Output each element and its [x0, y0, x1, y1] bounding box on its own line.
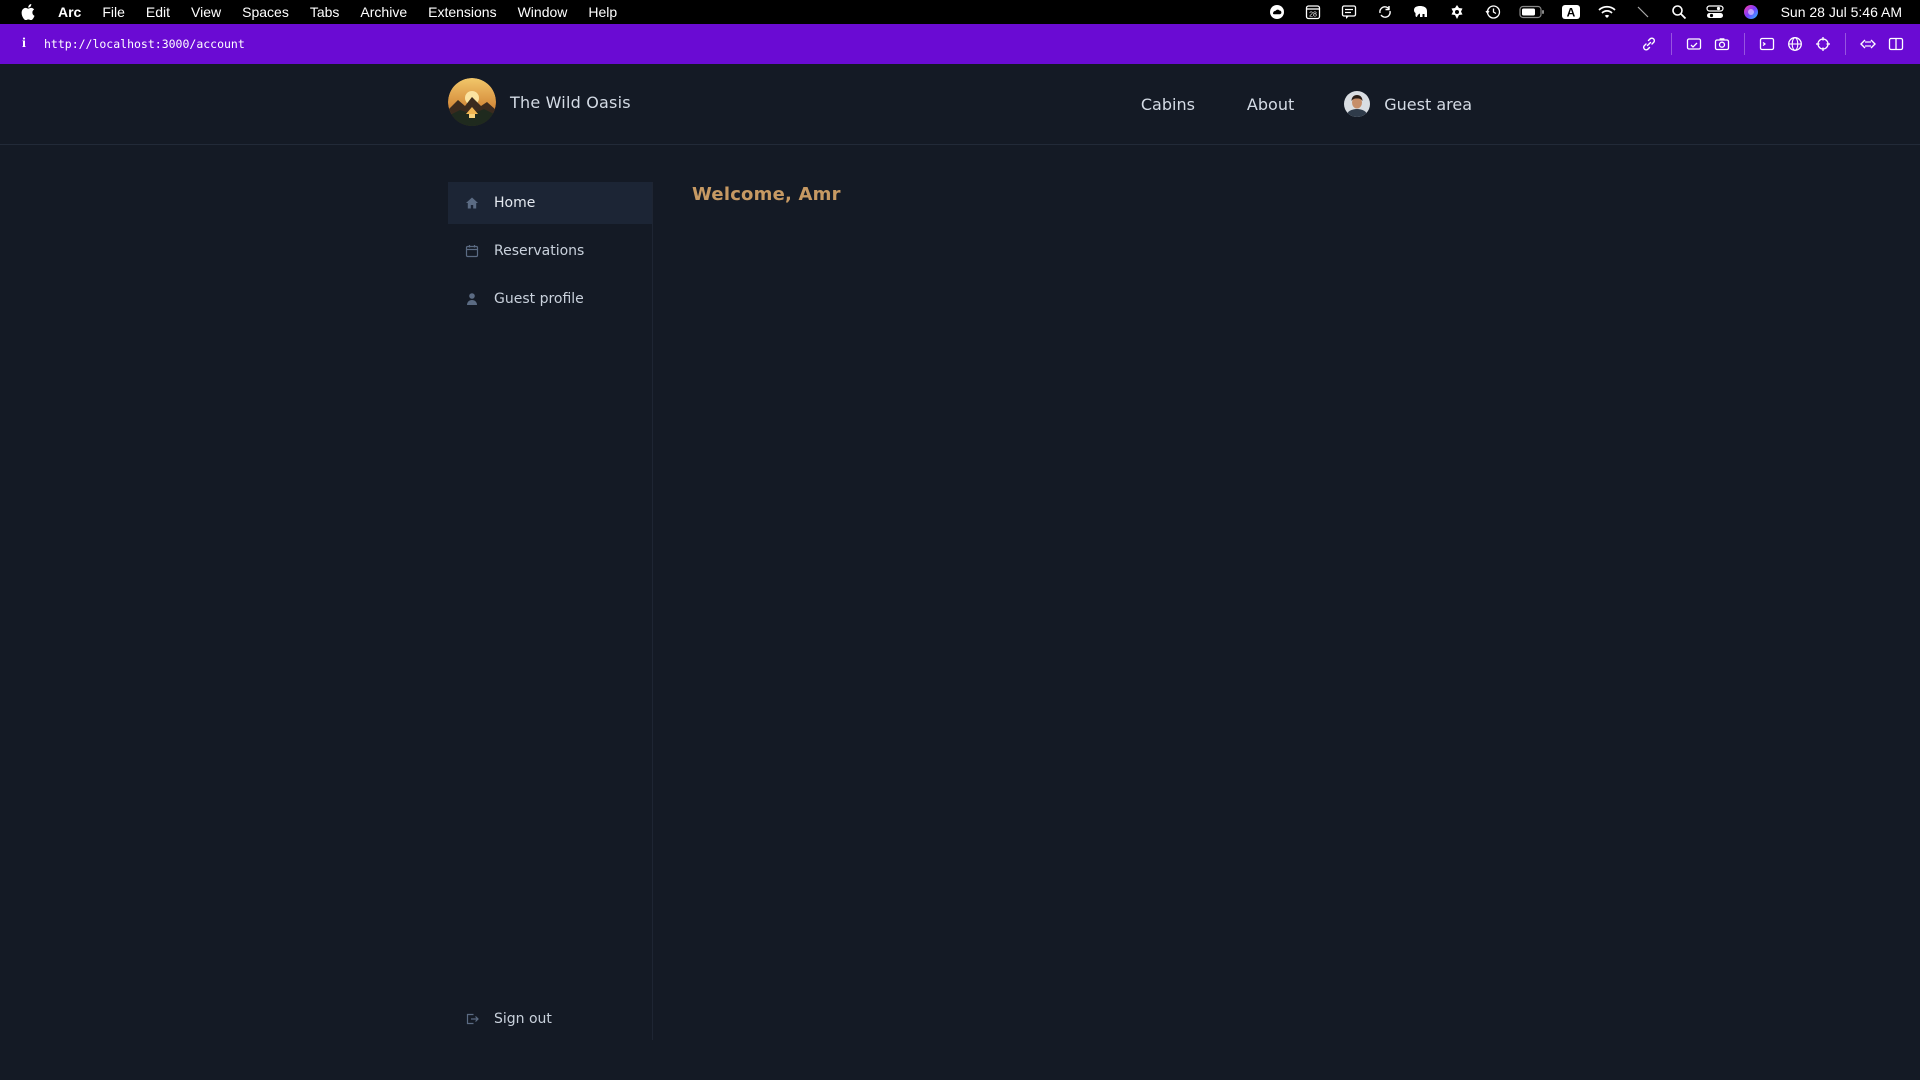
main-nav: Cabins About Guest area	[1089, 64, 1472, 144]
sidebar-item-label: Guest profile	[494, 291, 584, 307]
user-icon	[464, 291, 480, 307]
sidebar-item-home[interactable]: Home	[448, 182, 652, 224]
nav-cabins-link[interactable]: Cabins	[1141, 95, 1195, 114]
calendar-tray-icon[interactable]: 28	[1303, 4, 1323, 20]
menu-archive[interactable]: Archive	[360, 4, 407, 20]
split-view-arrows-icon[interactable]	[1854, 30, 1882, 58]
sign-out-label: Sign out	[494, 1011, 552, 1027]
menubar-clock[interactable]: Sun 28 Jul 5:46 AM	[1781, 4, 1902, 20]
spotlight-search-icon[interactable]	[1669, 4, 1689, 20]
browser-url-bar: i http://localhost:3000/account	[0, 24, 1920, 64]
menu-window[interactable]: Window	[518, 4, 568, 20]
user-avatar	[1344, 91, 1371, 117]
creative-cloud-icon[interactable]	[1267, 4, 1287, 20]
globe-icon[interactable]	[1781, 30, 1809, 58]
capture-icon[interactable]	[1680, 30, 1708, 58]
nav-about-link[interactable]: About	[1247, 95, 1294, 114]
brand-name[interactable]: The Wild Oasis	[510, 93, 631, 112]
sidebar-item-label: Home	[494, 195, 536, 211]
crosshair-icon[interactable]	[1809, 30, 1837, 58]
nav-guest-area-link[interactable]: Guest area	[1344, 91, 1472, 117]
message-tray-icon[interactable]	[1339, 4, 1359, 20]
control-center-icon[interactable]	[1705, 4, 1725, 20]
menu-file[interactable]: File	[102, 4, 125, 20]
menu-tabs[interactable]: Tabs	[310, 4, 340, 20]
brand-link[interactable]: The Wild Oasis	[448, 78, 631, 126]
shield-tray-icon[interactable]	[1447, 4, 1467, 20]
sidebar-item-reservations[interactable]: Reservations	[448, 230, 652, 272]
toolbar-divider	[1845, 33, 1846, 55]
camera-icon[interactable]	[1708, 30, 1736, 58]
url-text[interactable]: http://localhost:3000/account	[44, 37, 245, 51]
terminal-icon[interactable]	[1753, 30, 1781, 58]
site-header: The Wild Oasis Cabins About Guest area	[0, 64, 1920, 145]
pen-tray-icon[interactable]	[1633, 4, 1653, 20]
menu-view[interactable]: View	[191, 4, 221, 20]
battery-icon[interactable]	[1518, 4, 1545, 20]
wild-oasis-logo-icon	[448, 78, 496, 126]
svg-text:28: 28	[1309, 12, 1317, 19]
time-machine-icon[interactable]	[1483, 4, 1503, 20]
menu-extensions[interactable]: Extensions	[428, 4, 496, 20]
copy-link-icon[interactable]	[1635, 30, 1663, 58]
menu-spaces[interactable]: Spaces	[242, 4, 289, 20]
calendar-icon	[464, 243, 480, 259]
menu-edit[interactable]: Edit	[146, 4, 170, 20]
sign-out-icon	[464, 1011, 480, 1027]
svg-text:A: A	[1566, 6, 1575, 20]
sidebar-toggle-icon[interactable]	[1882, 30, 1910, 58]
toolbar-divider	[1671, 33, 1672, 55]
sign-out-button[interactable]: Sign out	[448, 998, 652, 1040]
siri-icon[interactable]	[1741, 4, 1761, 20]
sync-tray-icon[interactable]	[1375, 4, 1395, 20]
guest-area-label: Guest area	[1384, 94, 1472, 114]
input-source-icon[interactable]: A	[1561, 4, 1581, 20]
toolbar-divider	[1744, 33, 1745, 55]
account-sidebar: Home Reservations Guest profile Sign out	[448, 182, 653, 1040]
sidebar-item-guest-profile[interactable]: Guest profile	[448, 278, 652, 320]
system-menu-bar: Arc File Edit View Spaces Tabs Archive E…	[0, 0, 1920, 24]
menu-arc[interactable]: Arc	[58, 4, 81, 20]
site-info-icon[interactable]: i	[16, 36, 32, 52]
account-main: Welcome, Amr	[692, 184, 841, 205]
sidebar-item-label: Reservations	[494, 243, 585, 259]
elephant-tray-icon[interactable]	[1411, 4, 1431, 20]
menu-help[interactable]: Help	[588, 4, 617, 20]
home-icon	[464, 195, 480, 211]
apple-logo-icon[interactable]	[20, 4, 36, 20]
wifi-icon[interactable]	[1597, 4, 1617, 20]
welcome-heading: Welcome, Amr	[692, 184, 841, 205]
